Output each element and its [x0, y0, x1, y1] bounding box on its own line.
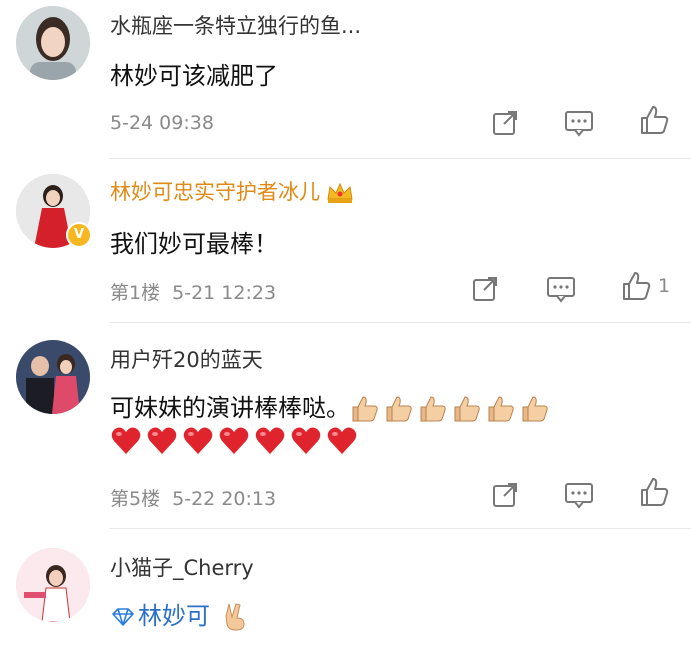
share-icon	[493, 483, 517, 507]
diamond-icon	[112, 608, 134, 626]
share-button[interactable]	[490, 480, 520, 510]
comment-item: 用户歼20的蓝天 可妹妹的演讲棒棒哒。 第5楼 5-22 20:13	[0, 324, 691, 528]
divider	[110, 158, 691, 159]
timestamp: 5-24 09:38	[110, 112, 214, 134]
avatar[interactable]	[16, 340, 90, 414]
victory-hand-icon	[225, 603, 245, 631]
thumbs-up-emoji	[522, 396, 548, 422]
like-button[interactable]: 1	[620, 270, 670, 302]
heart-emoji	[255, 427, 285, 454]
heart-emoji	[327, 427, 357, 454]
thumbs-up-emoji	[488, 396, 514, 422]
comment-icon	[565, 483, 593, 509]
crown-badge-icon	[327, 182, 353, 203]
comment-item: V 林妙可忠实守护者冰儿 我们妙可最棒！ 第1楼 5-21 12:23 1	[0, 160, 691, 322]
divider	[110, 528, 691, 529]
floor-label: 第1楼	[110, 282, 161, 304]
thumbs-up-icon	[641, 106, 669, 134]
timestamp: 5-21 12:23	[172, 282, 277, 304]
floor-label: 第5楼	[110, 488, 161, 510]
comment-text: 可妹妹的演讲棒棒哒。	[110, 388, 554, 424]
heart-emoji	[111, 427, 141, 454]
heart-emoji	[147, 427, 177, 454]
heart-emoji	[291, 427, 321, 454]
comment-button[interactable]	[563, 480, 595, 510]
comment-meta: 5-24 09:38	[110, 112, 220, 134]
share-icon	[493, 111, 517, 135]
comment-icon	[565, 111, 593, 137]
avatar[interactable]	[16, 548, 90, 622]
thumbs-up-emoji	[352, 396, 378, 422]
username[interactable]: 用户歼20的蓝天	[110, 344, 263, 374]
comment-item: 水瓶座一条特立独行的鱼... 林妙可该减肥了 5-24 09:38	[0, 0, 691, 160]
comment-meta: 第5楼 5-22 20:13	[110, 484, 282, 511]
hearts-emoji-row	[110, 426, 362, 456]
comment-text: 林妙可该减肥了	[110, 62, 278, 90]
comment-meta: 第1楼 5-21 12:23	[110, 278, 282, 305]
share-button[interactable]	[490, 108, 520, 138]
share-icon	[473, 277, 497, 301]
like-count: 1	[658, 275, 671, 297]
comment-item: 小猫子_Cherry 林妙可	[0, 530, 691, 647]
heart-emoji	[219, 427, 249, 454]
heart-emoji	[183, 427, 213, 454]
username[interactable]: 林妙可忠实守护者冰儿	[110, 176, 354, 206]
avatar[interactable]	[16, 6, 90, 80]
verified-badge-icon: V	[66, 222, 92, 248]
like-button[interactable]	[638, 104, 670, 136]
divider	[110, 322, 691, 323]
thumbs-up-emoji	[454, 396, 480, 422]
like-button[interactable]	[638, 476, 670, 508]
comment-icon	[547, 277, 575, 303]
thumbs-up-emoji	[420, 396, 446, 422]
username[interactable]: 水瓶座一条特立独行的鱼...	[110, 10, 361, 40]
thumbs-up-icon	[641, 478, 669, 506]
comment-text-body: 可妹妹的演讲棒棒哒。	[110, 394, 350, 422]
timestamp: 5-22 20:13	[172, 488, 277, 510]
share-button[interactable]	[470, 274, 500, 304]
comment-button[interactable]	[563, 108, 595, 138]
comment-text: 林妙可	[110, 596, 248, 632]
thumbs-emoji-row	[350, 394, 554, 422]
comment-text: 我们妙可最棒！	[110, 230, 278, 258]
thumbs-up-icon	[623, 272, 651, 300]
username[interactable]: 小猫子_Cherry	[110, 552, 254, 582]
comment-button[interactable]	[545, 274, 577, 304]
thumbs-up-emoji	[386, 396, 412, 422]
mention-link[interactable]: 林妙可	[138, 602, 210, 630]
username-text: 林妙可忠实守护者冰儿	[110, 180, 320, 204]
